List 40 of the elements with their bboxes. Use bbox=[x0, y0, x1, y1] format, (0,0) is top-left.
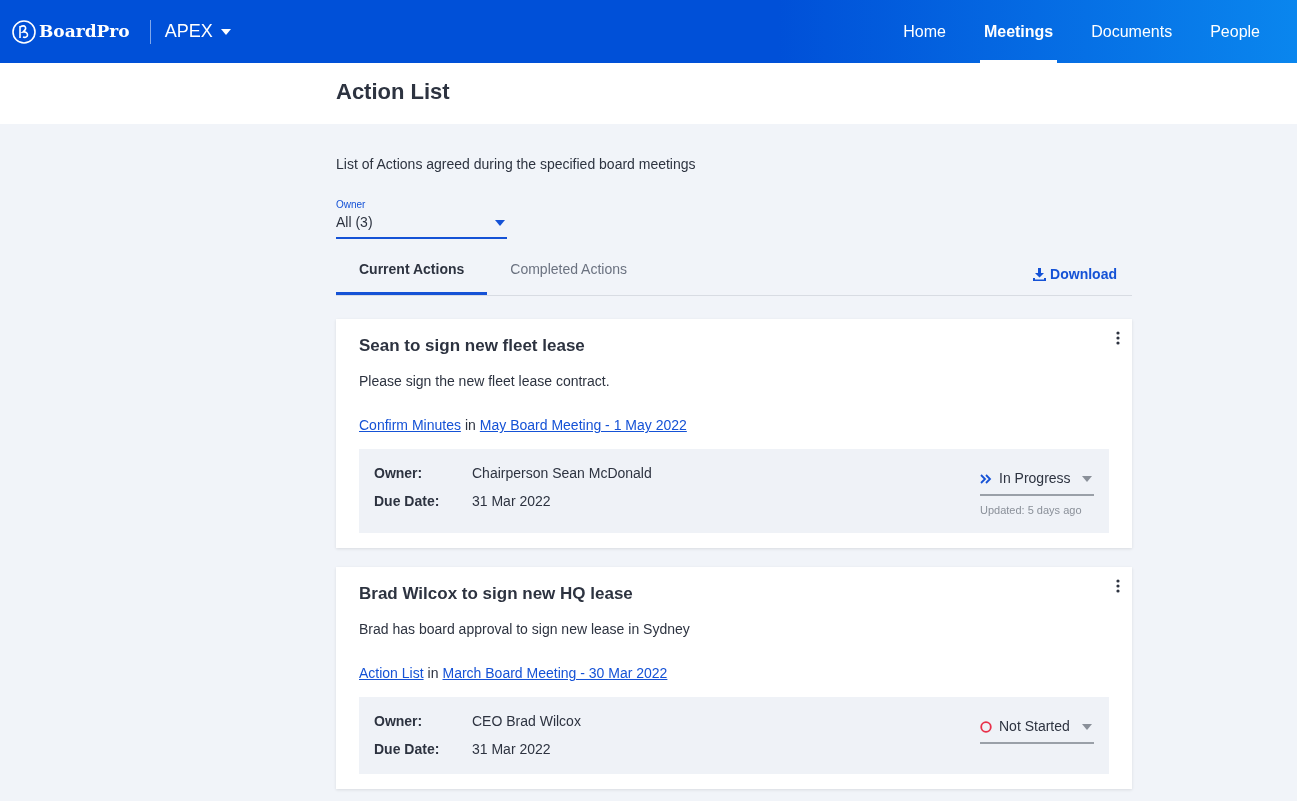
agenda-item-link[interactable]: Confirm Minutes bbox=[359, 415, 461, 437]
due-date: 31 Mar 2022 bbox=[472, 492, 551, 512]
logo-icon bbox=[12, 19, 36, 44]
action-description: Brad has board approval to sign new lease in Sydney bbox=[359, 620, 691, 640]
action-title: Brad Wilcox to sign new HQ lease bbox=[359, 583, 634, 605]
nav-link[interactable]: Home bbox=[899, 0, 950, 63]
action-description: Please sign the new fleet lease contract. bbox=[359, 372, 611, 392]
connector-text: in bbox=[464, 416, 476, 436]
field-label: Owner: bbox=[374, 712, 424, 732]
brand-name: BoardPro bbox=[39, 19, 130, 43]
caret-icon bbox=[220, 28, 231, 35]
download-icon bbox=[1033, 268, 1047, 281]
field-label: Owner bbox=[336, 198, 367, 212]
agenda-item-link[interactable]: Action List bbox=[359, 663, 424, 685]
more-options-icon[interactable] bbox=[1114, 329, 1122, 347]
status-dropdown[interactable]: Not Started bbox=[980, 716, 1094, 745]
connector-text: in bbox=[427, 664, 439, 684]
org-dropdown[interactable]: APEX bbox=[164, 18, 231, 45]
nav-link[interactable]: Documents bbox=[1087, 0, 1177, 63]
action-title: Sean to sign new fleet lease bbox=[359, 336, 586, 357]
updated-text: Updated: 5 days ago bbox=[980, 503, 1083, 519]
caret-icon bbox=[1082, 723, 1092, 730]
field-label: Owner: bbox=[374, 464, 424, 484]
due-date: 31 Mar 2022 bbox=[472, 740, 551, 760]
page-description: List of Actions agreed during the specified board meetings bbox=[336, 155, 697, 174]
caret-icon bbox=[495, 219, 505, 226]
owner-select[interactable]: All (3) bbox=[336, 212, 507, 239]
meeting-link[interactable]: March Board Meeting - 30 Mar 2022 bbox=[442, 663, 668, 685]
tab[interactable]: Current Actions bbox=[336, 259, 488, 295]
meeting-link[interactable]: May Board Meeting - 1 May 2022 bbox=[479, 415, 687, 437]
page-title: Action List bbox=[336, 78, 451, 106]
owner-name: Chairperson Sean McDonald bbox=[472, 464, 652, 484]
caret-icon bbox=[1082, 475, 1092, 482]
field-label: Due Date: bbox=[374, 492, 441, 512]
owner-name: CEO Brad Wilcox bbox=[472, 712, 581, 732]
field-label: Due Date: bbox=[374, 740, 441, 760]
status-dropdown[interactable]: In Progress bbox=[980, 468, 1094, 497]
tab[interactable]: Completed Actions bbox=[487, 259, 650, 295]
download-link[interactable]: Download bbox=[1033, 264, 1117, 285]
nav-link[interactable]: People bbox=[1206, 0, 1264, 63]
